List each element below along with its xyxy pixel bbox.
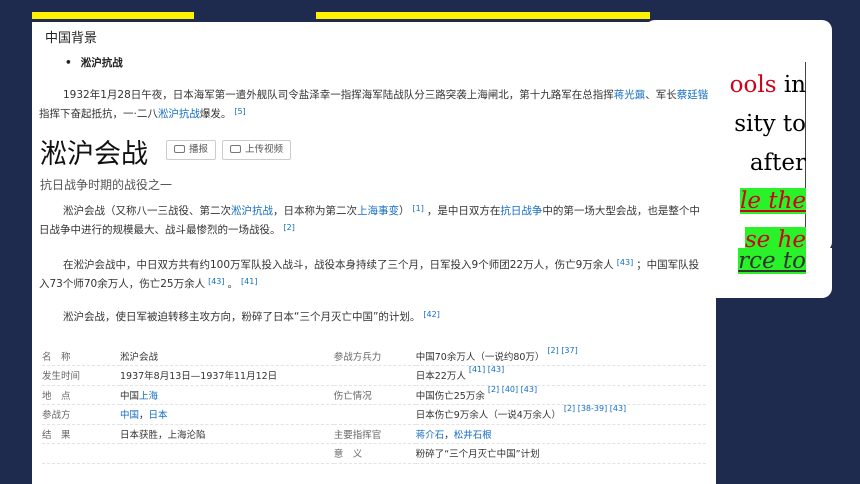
play-button[interactable]: 播报 — [166, 140, 217, 160]
info-key: 参战方 — [42, 404, 120, 425]
speaker-icon — [174, 145, 185, 153]
ref[interactable]: [2] [40] [43] — [488, 385, 537, 394]
info-row: 名 称 淞沪会战 参战方兵力 中国70余万人（一说约80万）[2] [37] — [42, 346, 706, 366]
slide-line-2: sity to — [734, 111, 806, 137]
info-key — [333, 365, 416, 386]
ref[interactable]: [41] — [241, 277, 257, 286]
link-shanghai-incident[interactable]: 上海事变 — [357, 205, 399, 217]
ref[interactable]: [43] — [617, 258, 633, 267]
video-icon — [230, 145, 241, 153]
slide-line-6: rce to — [738, 248, 806, 274]
info-row: 地 点 中国上海 伤亡情况 中国伤亡25万余[2] [40] [43] — [42, 385, 706, 405]
link-shanghai[interactable]: 上海 — [139, 391, 158, 402]
link-songhu-kangzhan[interactable]: 淞沪抗战 — [158, 108, 200, 120]
info-key: 发生时间 — [42, 365, 120, 386]
info-value: 1937年8月13日—1937年11月12日 — [120, 365, 334, 386]
info-value: 日本伤亡9万余人（一说4万余人）[2] [38-39] [43] — [415, 404, 706, 425]
yellow-bar-right — [316, 12, 650, 19]
paragraph-2: 在淞沪会战中，中日双方共有约100万军队投入战斗，战役本身持续了三个月，日军投入… — [39, 258, 700, 290]
info-value: 粉碎了“三个月灭亡中国”计划 — [415, 443, 706, 464]
ref[interactable]: [2] [38-39] [43] — [564, 404, 626, 413]
info-key: 名 称 — [42, 346, 120, 366]
link-songhu[interactable]: 淞沪抗战 — [231, 205, 273, 217]
paragraph-3: 淞沪会战，使日军被迫转移主攻方向，粉碎了日本“三个月灭亡中国”的计划。 [42] — [63, 310, 440, 323]
info-value: 淞沪会战 — [120, 346, 334, 366]
ref[interactable]: [5] — [234, 107, 245, 116]
info-value: 中国伤亡25万余[2] [40] [43] — [415, 385, 706, 405]
slide-line-3: after — [749, 150, 806, 176]
info-key: 地 点 — [42, 385, 120, 405]
info-key: 参战方兵力 — [333, 346, 416, 366]
slide-line-4: le the — [740, 188, 806, 214]
info-row: 参战方 中国，日本 日本伤亡9万余人（一说4万余人）[2] [38-39] [4… — [42, 404, 706, 425]
ref[interactable]: [1] — [413, 204, 424, 213]
section-bullet: 淞沪抗战 — [65, 55, 123, 70]
info-row: 意 义 粉碎了“三个月灭亡中国”计划 — [42, 443, 706, 464]
baike-panel: 中国背景 淞沪抗战 1932年1月28日午夜，日本海军第一遣外舰队司令盐泽幸一指… — [32, 22, 716, 484]
link-matsui[interactable]: 松井石根 — [454, 430, 492, 441]
info-key — [42, 443, 120, 464]
page-title: 淞沪会战 — [40, 139, 148, 170]
link-cai-tingkai[interactable]: 蔡廷锴 — [677, 89, 709, 101]
upload-video-button[interactable]: 上传视频 — [222, 140, 292, 160]
ref[interactable]: [43] — [208, 277, 224, 286]
link-jiang-guangnai[interactable]: 蒋光鼐 — [614, 89, 646, 101]
info-value — [120, 443, 334, 464]
intro-paragraph: 1932年1月28日午夜，日本海军第一遣外舰队司令盐泽幸一指挥海军陆战队分三路突… — [39, 89, 709, 120]
infobox: 名 称 淞沪会战 参战方兵力 中国70余万人（一说约80万）[2] [37] 发… — [42, 346, 706, 464]
ref[interactable]: [2] — [284, 223, 295, 232]
link-china[interactable]: 中国 — [120, 410, 139, 421]
info-key: 结 果 — [42, 424, 120, 444]
info-key: 意 义 — [333, 443, 416, 464]
link-japan[interactable]: 日本 — [149, 410, 168, 421]
info-key: 主要指挥官 — [333, 424, 416, 444]
ref[interactable]: [42] — [423, 310, 439, 319]
breadcrumb: 中国背景 — [45, 31, 98, 46]
info-value: 日本获胜，上海沦陷 — [120, 424, 334, 444]
info-value: 中国70余万人（一说约80万）[2] [37] — [415, 346, 706, 366]
info-value: 蒋介石，松井石根 — [415, 424, 706, 444]
info-value: 中国，日本 — [120, 404, 334, 425]
ref[interactable]: [2] [37] — [547, 346, 577, 355]
link-chiang[interactable]: 蒋介石 — [416, 430, 445, 441]
info-value: 日本22万人[41] [43] — [415, 365, 706, 386]
page-subtitle: 抗日战争时期的战役之一 — [40, 178, 173, 192]
info-row: 结 果 日本获胜，上海沦陷 主要指挥官 蒋介石，松井石根 — [42, 424, 706, 444]
link-war[interactable]: 抗日战争 — [500, 205, 542, 217]
info-key: 伤亡情况 — [333, 385, 416, 405]
ref[interactable]: [41] [43] — [469, 365, 504, 374]
yellow-bar-left — [32, 12, 194, 19]
info-value: 中国上海 — [120, 385, 334, 405]
paragraph-1: 淞沪会战（又称八一三战役、第二次淞沪抗战，日本称为第二次上海事变） [1] ，是中日… — [39, 204, 700, 236]
slide-line-1: ools in — [729, 72, 806, 98]
info-row: 发生时间 1937年8月13日—1937年11月12日 日本22万人[41] [… — [42, 365, 706, 386]
info-key — [333, 404, 416, 425]
